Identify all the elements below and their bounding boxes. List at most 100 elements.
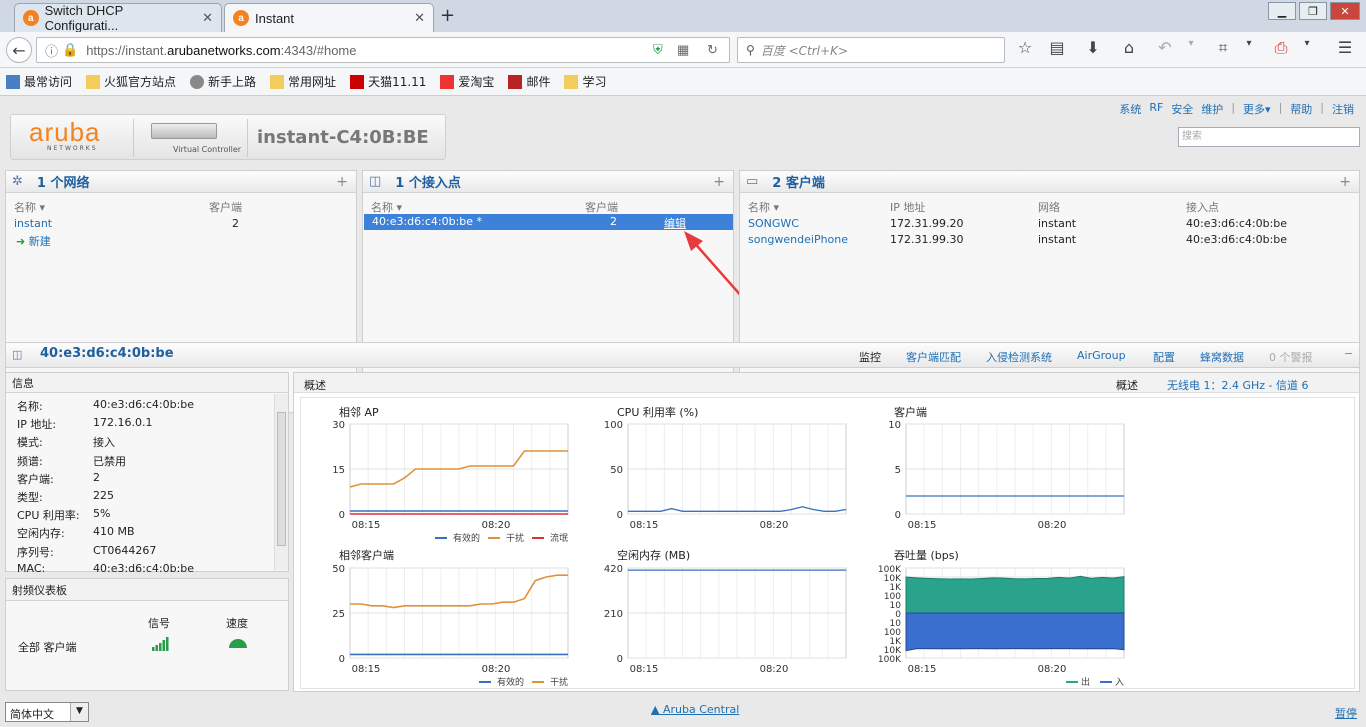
arrow-right-icon: ➜	[16, 235, 26, 248]
bookmark-item[interactable]: 爱淘宝	[440, 73, 494, 90]
aruba-tab-icon: a	[233, 10, 249, 26]
menu-icon[interactable]: ☰	[1334, 38, 1356, 57]
ap-icon: ◫	[12, 348, 23, 361]
rf-row-label[interactable]: 全部 客户端	[18, 639, 77, 655]
nav-rf[interactable]: RF	[1149, 101, 1163, 117]
url-suffix: :4343/#home	[280, 42, 357, 58]
close-window-button[interactable]: ✕	[1330, 2, 1360, 20]
bookmark-star-icon[interactable]: ☆	[1014, 38, 1036, 57]
client-name[interactable]: songwendeiPhone	[748, 233, 848, 246]
tab-cellular[interactable]: 蜂窝数据	[1200, 349, 1244, 365]
info-value: CT0644267	[93, 543, 157, 557]
nav-more[interactable]: 更多▾	[1243, 101, 1271, 117]
col-ip[interactable]: IP 地址	[890, 199, 925, 215]
home-icon[interactable]: ⌂	[1118, 38, 1140, 57]
scrollbar[interactable]	[274, 394, 288, 570]
nav-security[interactable]: 安全	[1171, 101, 1193, 117]
download-icon[interactable]: ⬇	[1082, 38, 1104, 57]
network-row-name[interactable]: instant	[14, 217, 52, 230]
close-tab-icon[interactable]: ✕	[202, 10, 213, 26]
tab-monitor[interactable]: 监控	[859, 349, 881, 365]
charts-area: 相邻 AP CPU 利用率 (%) 客户端 相邻客户端 空闲内存 (MB) 吞吐…	[300, 397, 1355, 689]
alerts-count[interactable]: 0 个警报	[1269, 349, 1313, 365]
bookmark-item[interactable]: 火狐官方站点	[86, 73, 176, 90]
col-ap[interactable]: 接入点	[1186, 199, 1219, 215]
bookmark-item[interactable]: 学习	[564, 73, 606, 90]
nav-help[interactable]: 帮助	[1290, 101, 1312, 117]
overview-select[interactable]: 概述	[1116, 377, 1138, 393]
add-icon[interactable]: +	[713, 174, 725, 190]
pause-link[interactable]: 暂停	[1335, 705, 1357, 721]
nav-logout[interactable]: 注销	[1332, 101, 1354, 117]
ap-row-clients: 2	[610, 215, 617, 228]
nav-maintenance[interactable]: 维护	[1201, 101, 1223, 117]
tab-airgroup[interactable]: AirGroup	[1077, 349, 1126, 362]
top-nav-links: 系统 RF 安全 维护 | 更多▾ | 帮助 | 注销	[1119, 101, 1354, 117]
col-clients[interactable]: 客户端	[585, 199, 618, 215]
info-row: 序列号: CT0644267	[17, 544, 267, 560]
nav-system[interactable]: 系统	[1119, 101, 1141, 117]
restore-button[interactable]: ❐	[1299, 2, 1327, 20]
x-tick-label: 08:15	[630, 520, 659, 531]
col-clients[interactable]: 客户端	[209, 199, 242, 215]
url-prefix: https://instant.	[86, 42, 168, 58]
bookmark-label: 学习	[582, 75, 607, 89]
url-bar[interactable]: ⓘ 🔒 https://instant. arubanetworks.com:43…	[36, 37, 730, 63]
tab-instant[interactable]: a Instant ✕	[224, 3, 434, 32]
bookmark-item[interactable]: 天猫11.11	[350, 73, 426, 90]
tab-config[interactable]: 配置	[1153, 349, 1175, 365]
x-tick-label: 08:15	[908, 664, 937, 675]
undo-icon[interactable]: ↶	[1154, 38, 1176, 57]
folder-icon	[86, 74, 101, 89]
add-icon[interactable]: +	[336, 174, 348, 190]
client-name[interactable]: SONGWC	[748, 217, 799, 230]
collapse-icon[interactable]: −	[1344, 347, 1353, 360]
tab-switch-dhcp[interactable]: a Switch DHCP Configurati... ✕	[14, 3, 222, 33]
divider	[247, 119, 248, 157]
info-panel: 信息 名称: 40:e3:d6:c4:0b:be IP 地址: 172.16.0.1 模…	[5, 372, 289, 572]
tab-client-match[interactable]: 客户端匹配	[906, 349, 961, 365]
new-network-button[interactable]: ➜ 新建	[16, 233, 51, 249]
reading-list-icon[interactable]: ▤	[1046, 38, 1068, 57]
tab-title: Instant	[255, 10, 295, 26]
info-icon[interactable]: ⓘ	[45, 41, 58, 60]
app-search-input[interactable]: 搜索	[1178, 127, 1360, 147]
search-input[interactable]: ⚲ 百度 <Ctrl+K>	[737, 37, 1005, 63]
ap-row-selected[interactable]: 40:e3:d6:c4:0b:be * 2 编辑	[364, 214, 733, 230]
tab-ids[interactable]: 入侵检测系统	[986, 349, 1052, 365]
shield-icon[interactable]: ⛨	[653, 42, 663, 58]
scrollbar-thumb[interactable]	[277, 412, 286, 546]
chevron-down-icon[interactable]: ▾	[1296, 38, 1318, 49]
info-value: 172.16.0.1	[93, 416, 153, 430]
y-tick-label: 5	[895, 465, 901, 476]
pdf-icon[interactable]: ⎙	[1270, 38, 1292, 58]
qr-code-icon[interactable]: ▦	[677, 42, 689, 58]
chevron-down-icon[interactable]: ▾	[1180, 38, 1202, 49]
aruba-central-link[interactable]: ▲ Aruba Central	[651, 703, 739, 716]
bookmark-label: 最常访问	[24, 75, 73, 89]
bookmark-item[interactable]: 新手上路	[190, 73, 256, 90]
crop-icon[interactable]: ⌗	[1212, 38, 1234, 58]
info-row: 模式: 接入	[17, 434, 267, 450]
chevron-down-icon[interactable]: ▾	[1238, 38, 1260, 49]
info-row: MAC: 40:e3:d6:c4:0b:be	[17, 562, 267, 572]
back-button[interactable]: ←	[6, 37, 32, 63]
close-tab-icon[interactable]: ✕	[414, 10, 425, 26]
add-icon[interactable]: +	[1339, 174, 1351, 190]
col-name[interactable]: 名称 ▾	[371, 199, 402, 215]
info-key: 模式:	[17, 436, 43, 450]
col-name[interactable]: 名称 ▾	[14, 199, 45, 215]
reload-icon[interactable]: ↻	[707, 42, 718, 58]
y-tick-label: 25	[332, 609, 345, 620]
bookmark-item[interactable]: 邮件	[508, 73, 550, 90]
bookmark-item[interactable]: 常用网址	[270, 73, 336, 90]
minimize-button[interactable]: ▁	[1268, 2, 1296, 20]
language-select[interactable]: 简体中文 ▼	[5, 702, 89, 722]
col-network[interactable]: 网络	[1038, 199, 1060, 215]
radio-select[interactable]: 无线电 1：2.4 GHz - 信道 6	[1167, 377, 1309, 393]
info-key: 空闲内存:	[17, 527, 65, 541]
bookmark-item[interactable]: 最常访问	[6, 73, 72, 90]
chevron-down-icon[interactable]: ▼	[70, 703, 88, 721]
new-tab-button[interactable]: +	[440, 5, 455, 26]
col-name[interactable]: 名称 ▾	[748, 199, 779, 215]
